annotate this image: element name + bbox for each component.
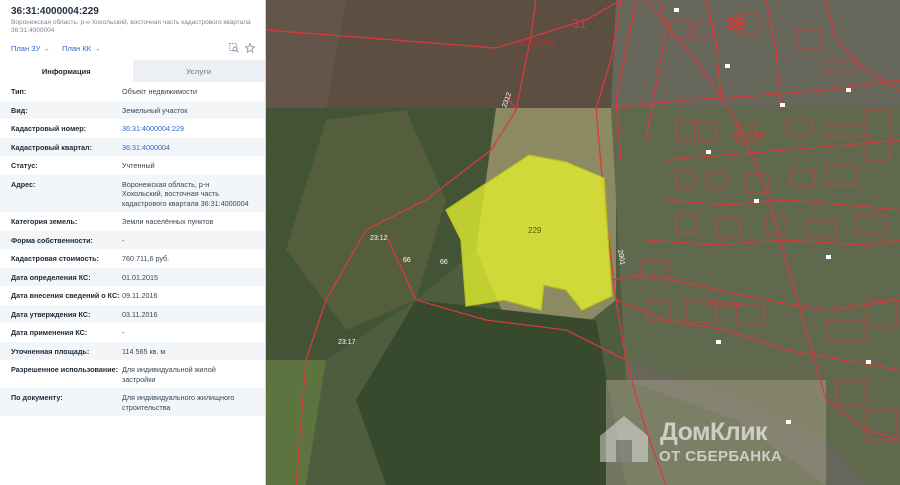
- row-label: Вид:: [11, 105, 28, 115]
- row-value: Воронежская область, р-н Хохольский, вос…: [122, 179, 249, 208]
- quarter-code-4000004: 4000004: [520, 38, 555, 48]
- road-label: 23:12: [370, 235, 388, 242]
- marker: [716, 340, 721, 344]
- cadastral-title: 36:31:4000004:229: [11, 6, 99, 17]
- marker: [674, 8, 679, 12]
- row-value: Земельный участок: [122, 105, 188, 115]
- road-label: 23:17: [338, 339, 356, 346]
- table-row: По документу: Для индивидуального жилищно…: [0, 388, 265, 416]
- marker: [866, 360, 871, 364]
- table-row: Кадастровый номер: 36:31:4000004:229: [0, 119, 265, 138]
- marker: [706, 150, 711, 154]
- table-row: Вид: Земельный участок: [0, 100, 265, 119]
- row-label: Форма собственности:: [11, 235, 93, 245]
- row-label: Категория земель:: [11, 217, 78, 226]
- row-value: 01.01.2015: [122, 272, 158, 282]
- favorite-star-icon[interactable]: [244, 42, 256, 54]
- row-label: Дата определения КС:: [11, 272, 91, 282]
- table-row: Дата внесения сведений о КС: 09.11.2016: [0, 286, 265, 305]
- watermark-subtitle: ОТ СБЕРБАНКА: [659, 448, 783, 465]
- quarter-code-7000004: 7000004: [729, 130, 764, 140]
- table-row: Адрес: Воронежская область, р-н Хохольски…: [0, 174, 265, 212]
- quarter-code-7000005: 7000005: [706, 300, 741, 310]
- marker: [826, 255, 831, 259]
- row-label: Кадастровый номер:: [11, 124, 87, 133]
- parcel-number-label: 229: [528, 226, 542, 235]
- cadastral-quarter-link[interactable]: 36:31:4000004: [122, 143, 256, 153]
- table-row: Дата применения КС: -: [0, 323, 265, 342]
- row-label: Кадастровая стоимость:: [11, 254, 99, 263]
- row-value: 03.11.2016: [122, 309, 158, 319]
- panel-tabs: Информация Услуги: [0, 60, 265, 82]
- house-logo-icon: [600, 416, 648, 462]
- table-row: Тип: Объект недвижимости: [0, 82, 265, 101]
- row-value: 760 711,6 руб.: [122, 254, 170, 263]
- row-value: Для индивидуальной жилой застройки: [122, 365, 216, 384]
- row-value: Земли населённых пунктов: [122, 217, 214, 226]
- row-label: По документу:: [11, 393, 63, 402]
- table-row: Кадастровая стоимость: 760 711,6 руб.: [0, 249, 265, 268]
- table-row: Статус: Учтенный: [0, 156, 265, 175]
- row-value: -: [122, 328, 125, 337]
- cadastral-subtitle: Воронежская область, р-н Хохольский, вос…: [11, 19, 251, 34]
- tab-info[interactable]: Информация: [0, 60, 133, 82]
- watermark-brand: ДомКлик: [660, 418, 768, 446]
- row-label: Дата утверждения КС:: [11, 309, 91, 319]
- quarter-label-31: 31: [572, 16, 586, 31]
- row-value: -: [122, 235, 125, 245]
- row-label: Статус:: [11, 161, 38, 170]
- plan-kk-link[interactable]: План КК →: [62, 44, 101, 53]
- table-row: Дата определения КС: 01.01.2015: [0, 267, 265, 286]
- cadastral-number-link[interactable]: 36:31:4000004:229: [122, 124, 256, 134]
- row-label: Адрес:: [11, 179, 36, 189]
- search-area-icon[interactable]: [229, 43, 239, 53]
- row-label: Уточненная площадь:: [11, 346, 90, 356]
- parcel-label-66: 66: [440, 259, 448, 266]
- row-label: Разрешенное использование:: [11, 365, 119, 374]
- row-value: 09.11.2016: [122, 291, 158, 300]
- parcel-label-66: 66: [403, 257, 411, 264]
- info-table: Тип: Объект недвижимости Вид: Земельный уч…: [0, 82, 265, 416]
- table-row: Форма собственности: -: [0, 230, 265, 249]
- row-label: Дата внесения сведений о КС:: [11, 291, 120, 300]
- row-value: 114 565 кв. м: [122, 346, 166, 356]
- row-value: Объект недвижимости: [122, 87, 197, 96]
- marker: [780, 103, 785, 107]
- row-label: Тип:: [11, 87, 27, 96]
- marker: [846, 88, 851, 92]
- row-value: Учтенный: [122, 161, 155, 170]
- plan-zu-link[interactable]: План ЗУ →: [11, 44, 50, 53]
- table-row: Дата утверждения КС: 03.11.2016: [0, 304, 265, 323]
- tab-services[interactable]: Услуги: [132, 60, 265, 82]
- panel-header: 36:31:4000004:229 Воронежская область, р…: [0, 0, 265, 58]
- quarter-label-36: 36: [726, 14, 746, 34]
- row-label: Кадастровый квартал:: [11, 142, 92, 152]
- row-label: Дата применения КС:: [11, 328, 88, 337]
- info-panel: 36:31:4000004:229 Воронежская область, р…: [0, 0, 266, 485]
- row-value: Для индивидуального жилищного строительс…: [122, 393, 235, 412]
- marker: [754, 199, 759, 203]
- panel-actions: План ЗУ → План КК →: [11, 42, 256, 58]
- table-row: Разрешенное использование: Для индивидуал…: [0, 360, 265, 388]
- table-row: Категория земель: Земли населённых пункто…: [0, 212, 265, 231]
- table-row: Кадастровый квартал: 36:31:4000004: [0, 137, 265, 156]
- table-row: Уточненная площадь: 114 565 кв. м: [0, 341, 265, 360]
- marker: [725, 64, 730, 68]
